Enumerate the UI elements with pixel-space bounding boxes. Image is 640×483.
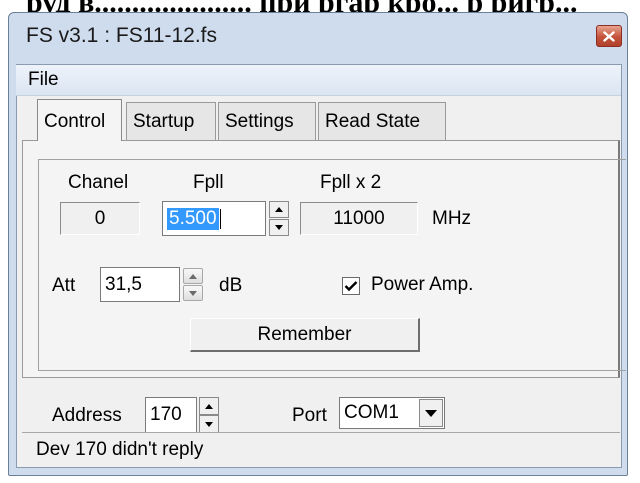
fpll-input-value: 5.500 [167,207,219,230]
checkmark-icon [344,281,358,292]
close-icon [603,30,615,42]
arrow-down-icon [275,225,283,230]
window-title: FS v3.1 : FS11-12.fs [26,24,218,47]
power-amp-label: Power Amp. [371,274,474,295]
fpll-label: Fpll [193,172,224,193]
att-input-value: 31,5 [105,273,142,295]
fpll-x2-value: 11000 [300,202,418,235]
menu-file[interactable]: File [28,69,59,91]
power-amp-checkbox[interactable] [342,277,360,295]
fpll-spinner[interactable] [269,201,289,236]
tab-settings[interactable]: Settings [218,102,316,140]
port-label: Port [292,405,327,426]
chanel-label: Chanel [68,172,129,193]
address-input-value: 170 [150,404,182,425]
address-spinner[interactable] [199,397,219,433]
arrow-down-icon [189,290,197,296]
status-bar: Dev 170 didn't reply [22,432,620,466]
mhz-unit-label: MHz [432,208,472,229]
status-text: Dev 170 didn't reply [36,439,204,460]
tab-startup[interactable]: Startup [126,102,216,140]
fpll-input[interactable]: 5.500 [162,201,266,236]
fpll-spin-down[interactable] [269,219,289,236]
att-label: Att [52,275,76,296]
remember-button[interactable]: Remember [190,318,420,352]
att-spin-down[interactable] [183,285,203,301]
address-spin-down[interactable] [199,415,219,433]
menu-bar: File [16,65,621,96]
arrow-up-icon [275,207,283,212]
db-unit-label: dB [219,275,243,296]
text-caret [219,208,221,229]
att-input[interactable]: 31,5 [100,267,180,302]
arrow-up-icon [205,403,213,409]
att-spin-up[interactable] [183,268,203,284]
address-spin-up[interactable] [199,397,219,415]
arrow-up-icon [189,273,197,279]
att-spinner[interactable] [183,268,203,301]
fpll-x2-label: Fpll x 2 [320,172,382,193]
port-select[interactable]: COM1 [339,397,445,429]
port-select-value: COM1 [344,402,399,423]
chanel-value: 0 [60,202,140,235]
arrow-down-icon [205,421,213,427]
tab-control[interactable]: Control [37,99,122,141]
port-dropdown-button[interactable] [419,399,443,427]
chevron-down-icon [425,409,437,417]
address-input[interactable]: 170 [145,397,197,433]
close-button[interactable] [596,25,622,47]
fpll-spin-up[interactable] [269,201,289,218]
tab-read-state[interactable]: Read State [318,102,446,140]
address-label: Address [52,405,122,426]
